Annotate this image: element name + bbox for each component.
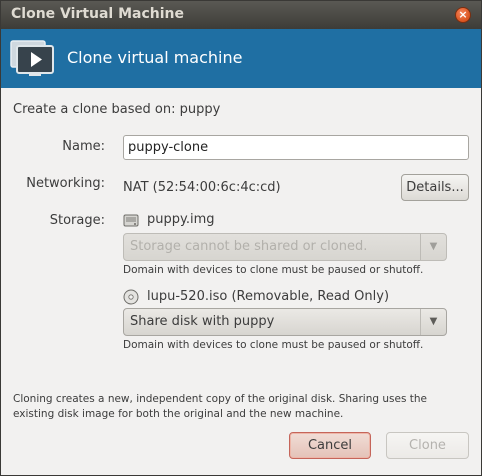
disk-1-clone-combo[interactable]: Storage cannot be shared or cloned. ▼: [123, 233, 447, 261]
storage-label: Storage:: [49, 213, 105, 228]
virtual-machine-icon: [10, 40, 54, 76]
clone-vm-dialog: Clone Virtual Machine × Clone virtual ma…: [0, 0, 482, 476]
dropdown-arrow-icon: ▼: [420, 234, 446, 260]
details-button[interactable]: Details...: [401, 174, 469, 201]
cloning-info-note: Cloning creates a new, independent copy …: [13, 393, 428, 420]
close-window-button[interactable]: ×: [455, 7, 471, 23]
clone-source-label: Create a clone based on: puppy: [13, 102, 221, 117]
window-title: Clone Virtual Machine: [11, 6, 185, 22]
disk-1-name: puppy.img: [147, 212, 215, 227]
hard-disk-icon: [123, 214, 139, 227]
header-banner: Clone virtual machine: [1, 29, 481, 88]
cancel-button[interactable]: Cancel: [289, 432, 371, 459]
disk-2-combo-value: Share disk with puppy: [130, 314, 275, 329]
name-label: Name:: [62, 139, 105, 154]
clone-button[interactable]: Clone: [386, 432, 469, 459]
disk-2-name: lupu-520.iso (Removable, Read Only): [147, 289, 390, 304]
close-icon: ×: [458, 8, 468, 21]
name-input[interactable]: [123, 135, 469, 160]
networking-label: Networking:: [26, 176, 105, 191]
dropdown-arrow-icon: ▼: [420, 309, 446, 335]
disk-2-clone-combo[interactable]: Share disk with puppy ▼: [123, 308, 447, 336]
disk-1-hint: Domain with devices to clone must be pau…: [123, 264, 424, 276]
disk-1-combo-value: Storage cannot be shared or cloned.: [130, 239, 368, 254]
optical-disc-icon: [123, 289, 139, 305]
banner-heading: Clone virtual machine: [67, 48, 243, 67]
disk-2-hint: Domain with devices to clone must be pau…: [123, 339, 424, 351]
title-bar[interactable]: Clone Virtual Machine ×: [1, 1, 481, 29]
networking-value: NAT (52:54:00:6c:4c:cd): [123, 180, 281, 195]
